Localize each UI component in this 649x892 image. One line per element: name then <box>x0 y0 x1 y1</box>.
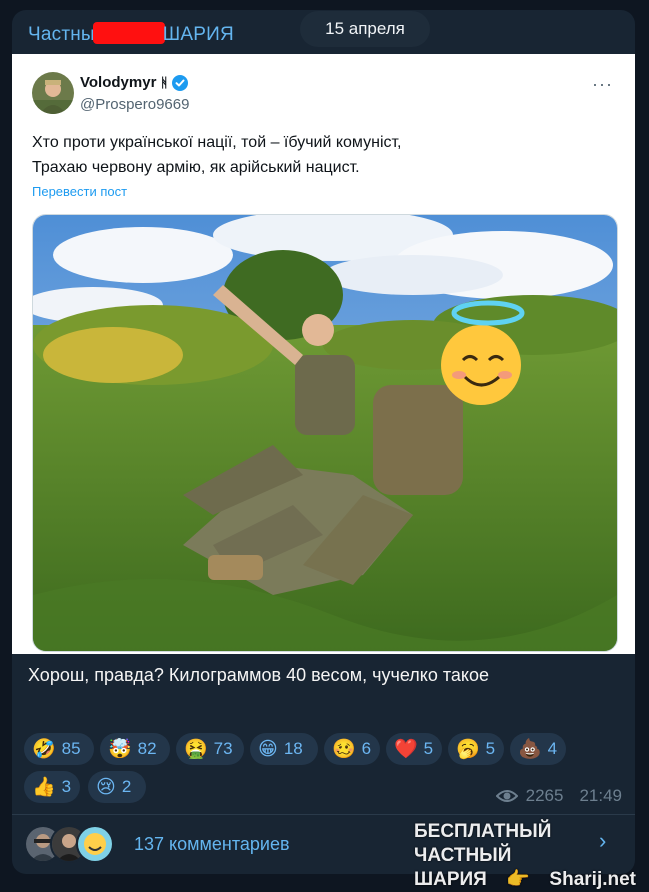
reaction-count: 85 <box>61 739 81 758</box>
reaction-chip[interactable]: 😁 18 <box>250 733 318 765</box>
reaction-chip[interactable]: 🥱 5 <box>448 733 504 765</box>
verified-icon <box>172 74 189 91</box>
watermark: БЕСПЛАТНЫЙ ЧАСТНЫЙ ШАРИЯ 👉 Sharij.net <box>414 820 636 892</box>
message-caption: Хорош, правда? Килограммов 40 весом, чуч… <box>28 665 489 685</box>
channel-name-right: ШАРИЯ <box>162 24 234 45</box>
commenter-avatar <box>76 825 114 863</box>
eye-icon <box>495 790 518 802</box>
crying-face-icon: 😢 <box>96 776 116 798</box>
comments-button[interactable]: 137 комментариев <box>24 825 290 863</box>
rofl-icon: 🤣 <box>32 738 56 760</box>
reaction-count: 82 <box>137 739 157 758</box>
watermark-site: Sharij.net <box>549 869 636 890</box>
reaction-chip[interactable]: ❤️ 5 <box>386 733 442 765</box>
reaction-count: 5 <box>423 739 434 758</box>
reaction-chip[interactable]: 👍 3 <box>24 771 80 803</box>
reaction-count: 73 <box>213 739 233 758</box>
reaction-chip[interactable]: 💩 4 <box>510 733 566 765</box>
tweet-text-line: Трахаю червону армію, як арійський нацис… <box>32 159 360 176</box>
watermark-line-1: БЕСПЛАТНЫЙ ЧАСТНЫЙ <box>414 821 552 866</box>
divider <box>12 814 635 815</box>
message-meta: 2265 21:49 <box>495 786 622 806</box>
reaction-count: 4 <box>547 739 558 758</box>
channel-name-left: Частны <box>28 24 95 45</box>
tweet-handle: @Prospero9669 <box>80 96 190 113</box>
comments-count-label: 137 комментариев <box>134 833 290 854</box>
tweet-photo-image <box>33 215 617 651</box>
reaction-count: 5 <box>485 739 496 758</box>
tweet-text-line: Хто проти української нації, той – їбучи… <box>32 134 402 151</box>
tweet-avatar <box>32 72 74 114</box>
reaction-chip[interactable]: 🤣 85 <box>24 733 94 765</box>
vomiting-face-icon: 🤮 <box>184 738 208 760</box>
hand-pointing-icon: 👉 <box>506 869 530 890</box>
view-count: 2265 <box>525 786 564 805</box>
reaction-count: 18 <box>283 739 303 758</box>
grinning-face-icon: 😁 <box>258 738 278 760</box>
tweet-author-name: Volodymyr <box>80 74 157 91</box>
reaction-chip[interactable]: 😢 2 <box>88 771 146 803</box>
tweet-photo[interactable] <box>32 214 618 652</box>
more-options-icon[interactable]: ··· <box>592 74 613 95</box>
reaction-count: 2 <box>121 777 132 796</box>
tweet-screenshot[interactable]: Volodymyr ᚻ @Prospero9669 ··· Хто проти … <box>12 54 635 654</box>
woozy-face-icon: 🥴 <box>332 738 356 760</box>
date-badge: 15 апреля <box>300 11 430 47</box>
redaction-bar <box>92 22 165 44</box>
watermark-line-2: ШАРИЯ 👉 Sharij.net <box>414 868 636 892</box>
poop-icon: 💩 <box>518 738 542 760</box>
tweet-text: Хто проти української нації, той – їбучи… <box>32 130 612 180</box>
wolfsangel-icon: ᚻ <box>160 75 169 90</box>
reaction-chip[interactable]: 🤯 82 <box>100 733 170 765</box>
tweet-author: Volodymyr ᚻ <box>80 74 189 91</box>
translate-link[interactable]: Перевести пост <box>32 184 127 199</box>
reaction-count: 6 <box>361 739 372 758</box>
exploding-head-icon: 🤯 <box>108 738 132 760</box>
reaction-count: 3 <box>61 777 72 796</box>
reaction-chip[interactable]: 🥴 6 <box>324 733 380 765</box>
message-time: 21:49 <box>579 786 622 805</box>
yawning-face-icon: 🥱 <box>456 738 480 760</box>
thumbs-up-icon: 👍 <box>32 776 56 798</box>
heart-icon: ❤️ <box>394 738 418 760</box>
watermark-brand: ШАРИЯ <box>414 869 487 890</box>
reaction-chip[interactable]: 🤮 73 <box>176 733 244 765</box>
channel-name[interactable]: Частны ШАРИЯ <box>28 22 234 46</box>
